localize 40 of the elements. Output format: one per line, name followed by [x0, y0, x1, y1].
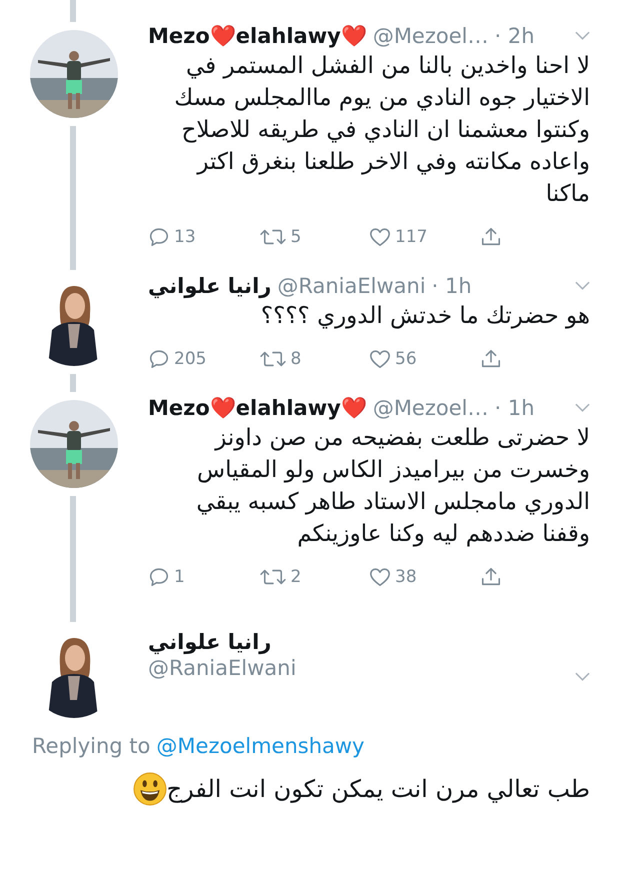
- user-handle[interactable]: @RaniaElwani: [148, 656, 296, 680]
- like-count: 117: [395, 227, 428, 247]
- reply-icon[interactable]: [148, 226, 170, 248]
- reply-count: 1: [174, 567, 185, 587]
- retweet-count: 2: [290, 567, 302, 587]
- chevron-icon[interactable]: [575, 403, 590, 413]
- chevron-icon[interactable]: [575, 672, 590, 682]
- like-count: 38: [395, 567, 417, 587]
- user-name[interactable]: رانيا علواني: [148, 630, 296, 654]
- reply-icon[interactable]: [148, 348, 170, 370]
- like-count: 56: [395, 349, 417, 369]
- share-icon[interactable]: [480, 348, 502, 370]
- retweet-count: 8: [290, 349, 302, 369]
- heart-icon[interactable]: [369, 226, 391, 248]
- reply-count: 205: [174, 349, 206, 369]
- timestamp: · 1h: [432, 274, 472, 298]
- reply-count: 13: [174, 227, 196, 247]
- user-handle[interactable]: @Mezoel…: [372, 24, 488, 48]
- user-handle[interactable]: @RaniaElwani: [277, 274, 426, 298]
- share-icon[interactable]: [480, 566, 502, 588]
- share-icon[interactable]: [480, 226, 502, 248]
- tweet-text: هو حضرتك ما خدتش الدوري ؟؟؟؟: [260, 302, 590, 331]
- tweet-text: لا احنا واخدين بالنا من الفشل المستمر في الاختيار جوه النادي من يوم ماالمجلس مسك وكنتوا معشمنا ان النادي في طريقه للاصلاح واعاده مكانته وفي الاخر طلعنا بنغرق اكتر ماكنا: [173, 52, 590, 209]
- reply-icon[interactable]: [148, 566, 170, 588]
- user-name[interactable]: Mezo❤elahlawy❤: [148, 396, 367, 420]
- tweet-text: لا حضرتى طلعت بفضيحه من صن داونز وخسرت من بيراميدز الكاس ولو المقياس الدوري مامجلس الاستاد طاهر كسبه يبقي وقفنا ضددهم ليه وكنا عاوزينكم: [195, 424, 590, 549]
- chevron-icon[interactable]: [575, 281, 590, 291]
- heart-icon[interactable]: [369, 566, 391, 588]
- heart-icon[interactable]: [369, 348, 391, 370]
- smiley-icon: [132, 772, 167, 806]
- user-handle[interactable]: @Mezoel…: [372, 396, 488, 420]
- mention-link[interactable]: @Mezoelmenshawy: [156, 734, 364, 758]
- tweet-text: طب تعالي مرن انت يمكن تكون انت الفرج: [166, 775, 590, 803]
- user-name[interactable]: Mezo❤elahlawy❤: [148, 24, 367, 48]
- chevron-icon[interactable]: [575, 31, 590, 41]
- timestamp: · 1h: [494, 396, 535, 420]
- user-name[interactable]: رانيا علواني: [148, 274, 272, 298]
- replying-label: Replying to: [32, 734, 150, 758]
- retweet-count: 5: [290, 227, 302, 247]
- timestamp: · 2h: [494, 24, 535, 48]
